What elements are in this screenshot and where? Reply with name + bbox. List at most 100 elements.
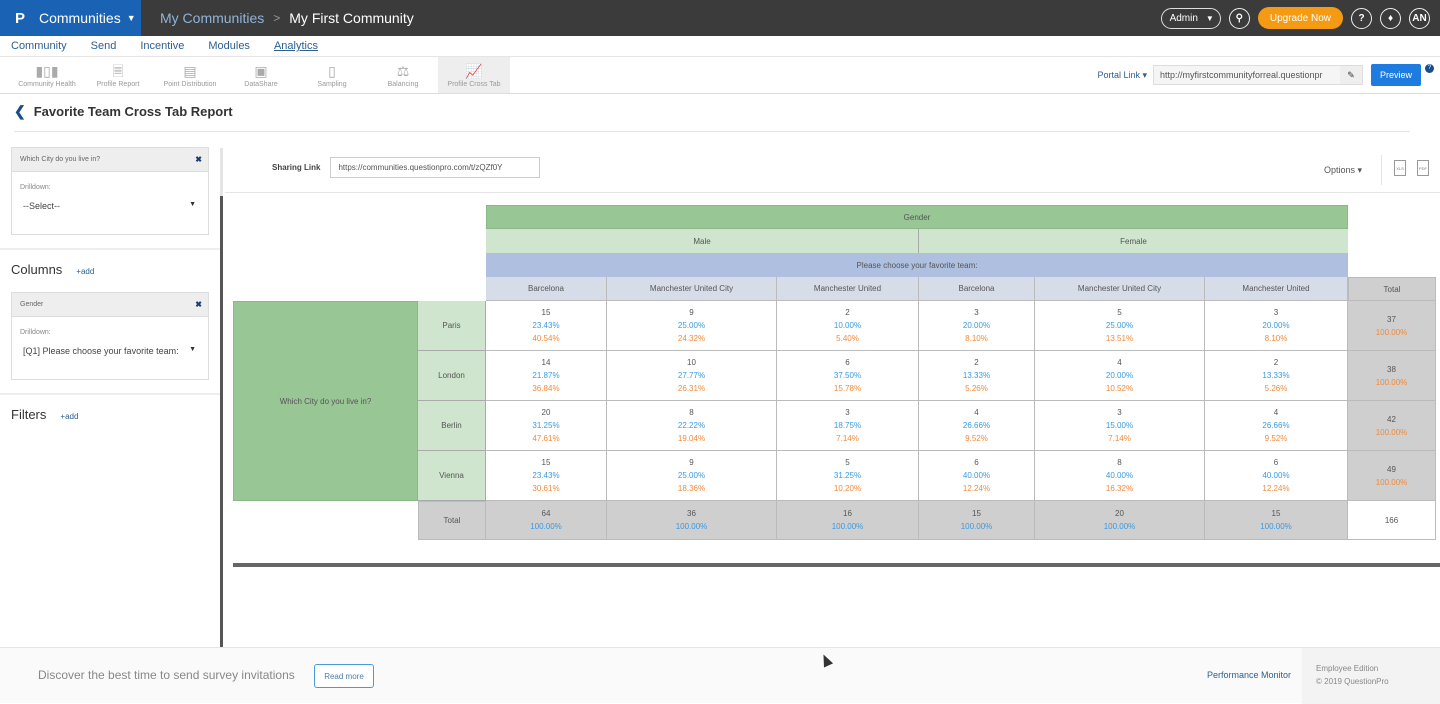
caret-down-icon: ▼ xyxy=(189,201,196,208)
col-subgroup-male: Male xyxy=(486,229,919,253)
cell-column-percent: 26.66% xyxy=(1262,421,1290,430)
col-group-header: Gender xyxy=(486,205,1348,229)
nav-community[interactable]: Community xyxy=(11,40,67,52)
rows-drilldown-select[interactable]: --Select-- ▼ xyxy=(23,201,208,221)
table-cell: 15 23.43% 30.61% xyxy=(486,451,607,501)
sharing-link-field[interactable]: https://communities.questionpro.com/t/zQ… xyxy=(330,157,541,178)
portal-link-label: Portal Link xyxy=(1097,69,1140,80)
main-nav: Community Send Incentive Modules Analyti… xyxy=(0,36,1440,57)
table-cell: 15 23.43% 40.54% xyxy=(486,301,607,351)
table-cell: 2 10.00% 5.40% xyxy=(777,301,919,351)
export-xls-icon[interactable]: XLS xyxy=(1394,160,1406,176)
notifications-button[interactable]: ♦ xyxy=(1380,7,1401,29)
columns-heading: Columns xyxy=(11,262,63,277)
add-filter-link[interactable]: +add xyxy=(60,412,78,421)
cell-count: 2 xyxy=(974,358,979,367)
col-header: Manchester United xyxy=(777,277,919,301)
edit-pencil-icon[interactable]: ✎ xyxy=(1340,66,1362,84)
remove-rows-variable-icon[interactable]: ✖ xyxy=(195,155,202,164)
bell-icon: ♦ xyxy=(1387,12,1394,24)
tool-sampling[interactable]: ▯ Sampling xyxy=(308,57,356,93)
tool-label: Profile Cross Tab xyxy=(447,80,501,88)
read-more-button[interactable]: Read more xyxy=(314,664,374,688)
column-total-percent: 100.00% xyxy=(960,522,993,531)
cell-count: 8 xyxy=(1117,458,1122,467)
point-distribution-icon: ▤ xyxy=(183,62,197,79)
tool-point-distribution[interactable]: ▤ Point Distribution xyxy=(155,57,225,93)
table-cell: 9 25.00% 24.32% xyxy=(607,301,777,351)
cell-column-percent: 27.77% xyxy=(677,371,706,380)
edition-info: Employee Edition © 2019 QuestionPro xyxy=(1302,648,1440,704)
cell-count: 10 xyxy=(687,358,696,367)
back-chevron-icon[interactable]: ❮ xyxy=(14,103,26,120)
column-total-percent: 100.00% xyxy=(831,522,864,531)
cell-count: 6 xyxy=(845,358,850,367)
help-button[interactable]: ? xyxy=(1351,7,1372,29)
nav-modules[interactable]: Modules xyxy=(208,40,250,52)
cell-count: 3 xyxy=(1117,408,1122,417)
remove-column-variable-icon[interactable]: ✖ xyxy=(195,300,202,309)
col-subgroup-female: Female xyxy=(919,229,1348,253)
column-total-count: 16 xyxy=(843,509,852,518)
breadcrumb: My Communities > My First Community xyxy=(160,0,414,36)
cell-count: 8 xyxy=(689,408,694,417)
scrollbar-thumb[interactable] xyxy=(220,196,223,647)
horizontal-scrollbar[interactable] xyxy=(233,563,1440,567)
cell-row-percent: 24.32% xyxy=(677,334,706,343)
divider xyxy=(0,393,220,395)
row-total-cell: 42 100.00% xyxy=(1348,401,1436,451)
search-button[interactable]: ⚲ xyxy=(1228,7,1250,29)
cell-column-percent: 18.75% xyxy=(833,421,862,430)
cell-column-percent: 31.25% xyxy=(833,471,862,480)
app-name: Communities xyxy=(39,10,121,26)
sharing-link-label: Sharing Link xyxy=(272,163,321,172)
cell-row-percent: 9.52% xyxy=(965,434,988,443)
portal-url-field[interactable]: http://myfirstcommunityforreal.questionp… xyxy=(1153,65,1363,85)
cell-column-percent: 40.00% xyxy=(962,471,991,480)
add-column-link[interactable]: +add xyxy=(76,267,94,276)
cell-row-percent: 7.14% xyxy=(1108,434,1131,443)
row-total-percent: 100.00% xyxy=(1375,427,1408,437)
columns-drilldown-select[interactable]: [Q1] Please choose your favorite team: ▼ xyxy=(23,346,208,366)
cell-row-percent: 7.14% xyxy=(836,434,859,443)
nav-send[interactable]: Send xyxy=(91,40,117,52)
row-question-header: Which City do you live in? xyxy=(233,301,418,501)
preview-button[interactable]: Preview xyxy=(1371,64,1421,86)
vertical-scrollbar[interactable] xyxy=(220,148,223,647)
nav-analytics[interactable]: Analytics xyxy=(274,40,318,52)
upgrade-now-button[interactable]: Upgrade Now xyxy=(1257,7,1343,29)
help-icon[interactable]: ? xyxy=(1425,63,1434,73)
bar-chart-icon: ▮▯▮ xyxy=(35,62,59,79)
breadcrumb-separator-icon: > xyxy=(273,11,281,25)
app-switcher[interactable]: P Communities ▼ xyxy=(0,0,141,36)
cell-count: 6 xyxy=(974,458,979,467)
sharing-link-url: https://communities.questionpro.com/t/zQ… xyxy=(338,163,503,172)
cell-count: 14 xyxy=(541,358,551,367)
avatar[interactable]: AN xyxy=(1409,7,1430,29)
export-pdf-icon[interactable]: PDF xyxy=(1417,160,1429,176)
tool-label: Sampling xyxy=(317,80,347,88)
cell-row-percent: 16.32% xyxy=(1105,484,1134,493)
cell-column-percent: 20.00% xyxy=(962,321,991,330)
cell-row-percent: 13.51% xyxy=(1105,334,1134,343)
options-dropdown[interactable]: Options ▾ xyxy=(1324,165,1362,176)
portal-link-dropdown[interactable]: Portal Link ▾ xyxy=(1097,70,1147,81)
cell-column-percent: 40.00% xyxy=(1105,471,1134,480)
row-total-cell: 49 100.00% xyxy=(1348,451,1436,501)
nav-incentive[interactable]: Incentive xyxy=(140,40,184,52)
tool-datashare[interactable]: ▣ DataShare xyxy=(235,57,287,93)
breadcrumb-my-communities[interactable]: My Communities xyxy=(160,10,264,26)
cell-column-percent: 21.87% xyxy=(532,371,560,380)
columns-card-header: Gender ✖ xyxy=(12,293,208,317)
cell-count: 3 xyxy=(1273,308,1279,317)
tool-community-health[interactable]: ▮▯▮ Community Health xyxy=(8,57,86,93)
cell-column-percent: 25.00% xyxy=(1105,321,1134,330)
admin-dropdown[interactable]: Admin ▼ xyxy=(1160,7,1221,29)
tool-profile-cross-tab[interactable]: 📈 Profile Cross Tab xyxy=(438,57,510,93)
tool-balancing[interactable]: ⚖ Balancing xyxy=(380,57,426,93)
tool-profile-report[interactable]: 🗏 Profile Report xyxy=(88,57,148,93)
cell-row-percent: 47.61% xyxy=(532,434,560,443)
table-cell: 3 20.00% 8.10% xyxy=(919,301,1035,351)
performance-monitor-link[interactable]: Performance Monitor xyxy=(1207,670,1291,680)
cell-row-percent: 12.24% xyxy=(962,484,991,493)
